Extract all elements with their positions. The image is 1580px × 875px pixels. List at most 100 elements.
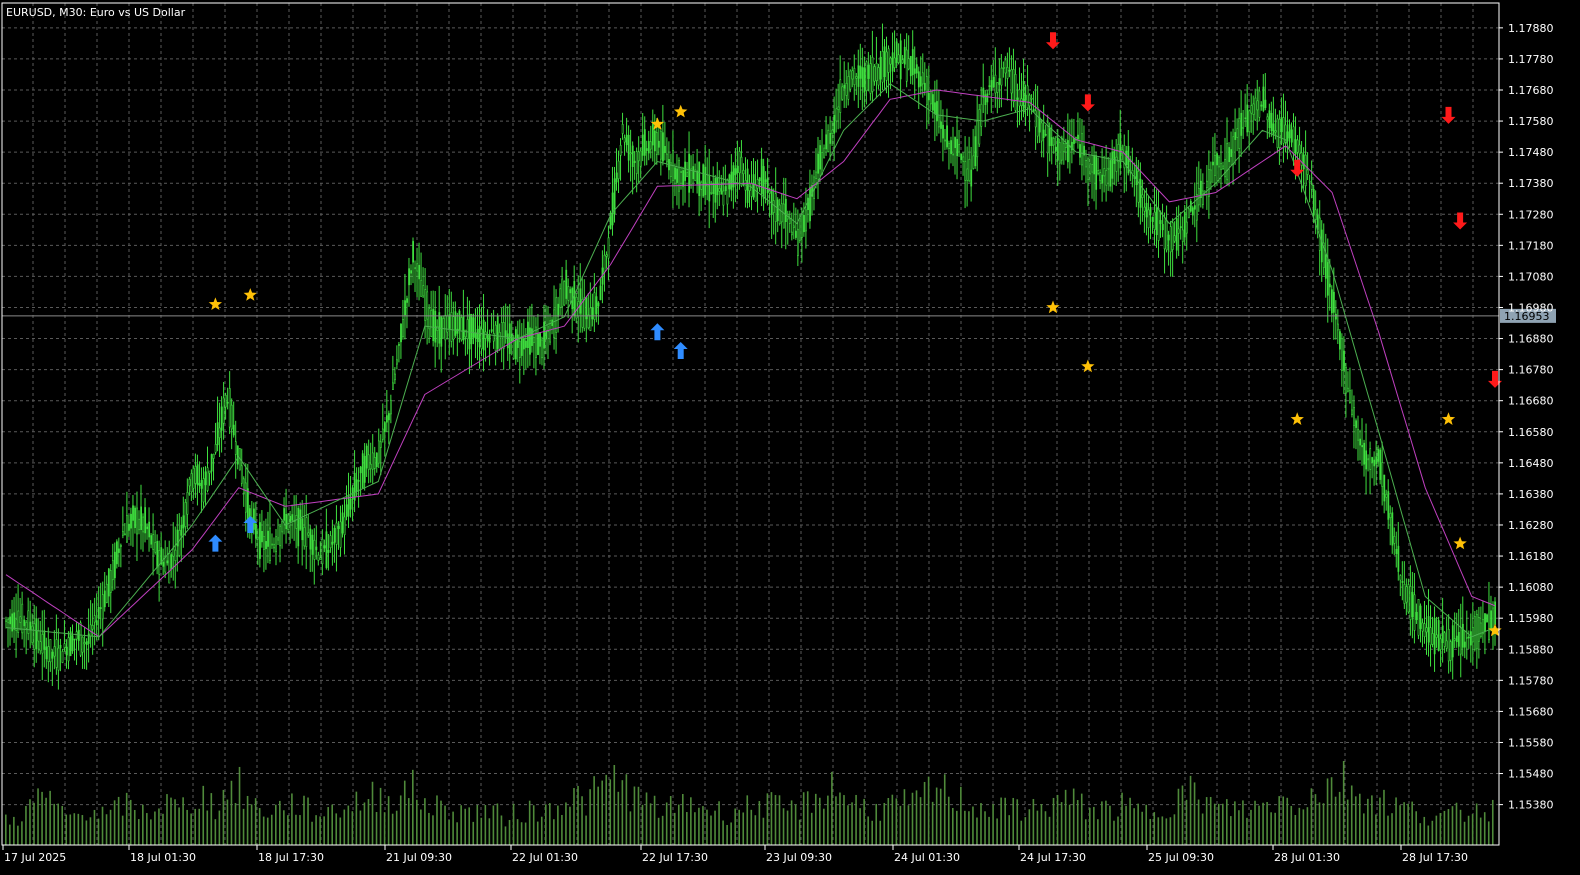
candle-body [1099, 172, 1102, 182]
volume-bar [1153, 812, 1156, 845]
candle-body [627, 134, 630, 161]
volume-bar [73, 813, 76, 845]
candle-body [259, 522, 261, 559]
candle-body [658, 140, 660, 148]
candle-body [750, 182, 753, 197]
volume-bar [814, 793, 817, 845]
candle-body [1427, 616, 1430, 643]
candle-body [17, 610, 20, 633]
volume-bar [13, 816, 15, 845]
candle-body [458, 310, 461, 330]
volume-bar [972, 806, 974, 845]
candle-body [1407, 584, 1410, 613]
y-tick-label: 1.15380 [1508, 799, 1554, 812]
volume-bar [540, 816, 543, 845]
candle-body [363, 455, 366, 483]
volume-bar [887, 797, 890, 845]
volume-bar [17, 825, 19, 845]
candle-body [21, 603, 24, 634]
candle-body [639, 150, 642, 167]
candle-body [486, 333, 489, 342]
candle-body [1421, 622, 1424, 632]
volume-bar [641, 804, 644, 845]
y-tick-label: 1.16580 [1508, 426, 1554, 439]
candle-body [289, 515, 292, 522]
candle-body [587, 314, 590, 329]
candle-body [958, 144, 961, 153]
volume-bar [1101, 801, 1103, 845]
candle-body [603, 254, 606, 273]
candle-body [1272, 123, 1275, 136]
candle-body [349, 499, 352, 510]
candle-body [412, 241, 415, 263]
candle-body [1181, 229, 1184, 242]
candle-body [837, 106, 840, 111]
candle-body [561, 278, 564, 307]
volume-bar [778, 795, 781, 845]
volume-bar [629, 811, 632, 845]
candle-body [1002, 67, 1005, 69]
volume-bar [738, 809, 741, 845]
candle-body [1185, 221, 1188, 234]
candle-body [1423, 623, 1426, 637]
candle-body [240, 465, 243, 484]
candle-body [224, 395, 227, 408]
candle-body [948, 143, 950, 150]
candle-body [595, 296, 598, 315]
candle-body [521, 336, 523, 356]
candle-body [373, 456, 376, 469]
candle-body [784, 198, 787, 223]
volume-bar [436, 795, 438, 845]
volume-bar [746, 795, 749, 845]
volume-bar [5, 814, 7, 845]
candle-body [1246, 104, 1249, 133]
candle-body [408, 268, 410, 286]
candle-body [905, 49, 908, 82]
volume-bar [1133, 808, 1135, 845]
candle-body [553, 309, 556, 339]
volume-bar [1427, 825, 1430, 845]
candle-body [782, 203, 785, 229]
candle-body [375, 452, 378, 468]
candle-body [1087, 158, 1089, 180]
candle-body [1270, 112, 1273, 132]
candle-body [907, 58, 910, 70]
volume-bar [319, 816, 321, 845]
volume-bar [97, 818, 100, 845]
candle-body [867, 64, 870, 79]
candle-body [514, 329, 517, 360]
candle-body [414, 267, 417, 270]
volume-bar [823, 808, 825, 845]
volume-bar [573, 788, 575, 845]
volume-bar [1350, 785, 1353, 845]
volume-bar [101, 806, 104, 845]
candle-body [1149, 207, 1152, 216]
volume-bar [750, 809, 753, 845]
candle-body [95, 620, 98, 626]
candle-body [478, 325, 481, 348]
candle-body [970, 169, 973, 187]
volume-bar [387, 796, 390, 845]
candle-body [1361, 445, 1364, 448]
volume-bar [190, 813, 192, 845]
candle-body [1286, 131, 1289, 142]
candle-body [1345, 366, 1347, 394]
candle-body [944, 139, 946, 142]
candle-body [214, 444, 217, 453]
candle-body [541, 339, 543, 359]
candle-body [1018, 89, 1021, 107]
volume-bar [766, 793, 769, 845]
price-chart[interactable]: 1.16953 1.178801.177801.176801.175801.17… [0, 0, 1580, 875]
candle-body [1212, 161, 1214, 166]
volume-bar [274, 804, 277, 845]
candle-body [676, 168, 678, 183]
candle-body [968, 158, 971, 182]
candle-body [1228, 147, 1231, 163]
candle-body [1147, 209, 1150, 229]
candle-body [63, 643, 66, 648]
candle-body [998, 78, 1001, 85]
candle-body [67, 637, 70, 662]
candle-body [263, 536, 265, 550]
candle-body [105, 583, 108, 603]
volume-bar [770, 792, 773, 845]
